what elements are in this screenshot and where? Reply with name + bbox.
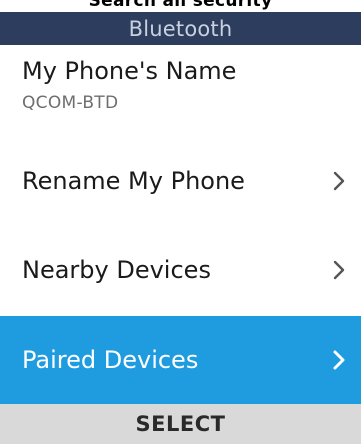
page-title: Bluetooth <box>128 16 233 41</box>
status-bar: Search all security <box>0 0 361 12</box>
page-header: Bluetooth <box>0 12 361 45</box>
phone-name-value: QCOM-BTD <box>22 93 119 113</box>
menu-item-paired-devices[interactable]: Paired Devices <box>0 316 361 404</box>
bluetooth-screen: Search all security Bluetooth My Phone's… <box>0 0 361 444</box>
menu-item-label: Rename My Phone <box>22 167 245 195</box>
softkey-bar: SELECT <box>0 404 361 444</box>
phone-name-section: My Phone's Name QCOM-BTD <box>0 45 361 148</box>
menu-item-label: Nearby Devices <box>22 256 211 284</box>
phone-name-label: My Phone's Name <box>22 57 237 85</box>
status-bar-text: Search all security <box>88 0 273 11</box>
chevron-right-icon <box>333 171 345 191</box>
menu-item-nearby-devices[interactable]: Nearby Devices <box>0 226 361 314</box>
chevron-right-icon <box>333 260 345 280</box>
chevron-right-icon <box>333 350 345 370</box>
select-softkey[interactable]: SELECT <box>136 412 226 436</box>
menu-item-rename-my-phone[interactable]: Rename My Phone <box>0 137 361 225</box>
menu-item-label: Paired Devices <box>22 346 199 374</box>
